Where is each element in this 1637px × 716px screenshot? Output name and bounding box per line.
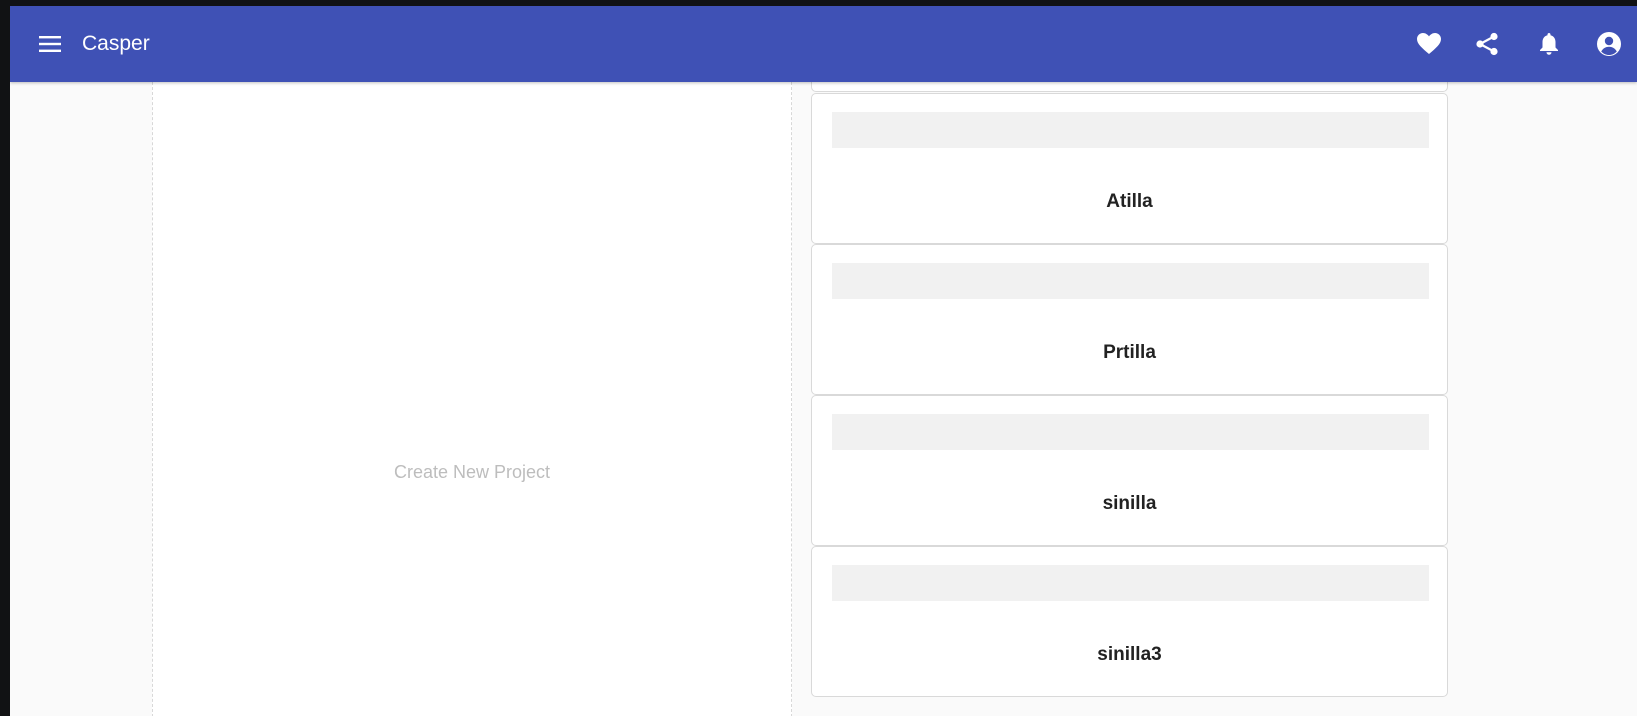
share-button[interactable] [1467, 24, 1507, 64]
toolbar-actions [1407, 24, 1637, 64]
account-icon [1597, 32, 1621, 56]
project-name: Prtilla [1103, 342, 1156, 363]
project-card[interactable]: sinilla [811, 395, 1448, 546]
project-thumbnail [832, 263, 1429, 299]
project-thumbnail [832, 414, 1429, 450]
app-window: Casper Create New Project Atilla Prtilla… [10, 6, 1637, 716]
project-thumbnail [832, 112, 1429, 148]
project-name: sinilla [1102, 493, 1157, 514]
project-name: sinilla3 [1097, 644, 1162, 665]
account-button[interactable] [1589, 24, 1629, 64]
project-list: Atilla Prtilla sinilla sinilla3 [811, 6, 1448, 716]
menu-icon [39, 36, 61, 52]
create-new-project-label: Create New Project [393, 462, 551, 482]
project-card[interactable]: Prtilla [811, 244, 1448, 395]
app-title: Casper [82, 32, 150, 55]
notifications-button[interactable] [1529, 24, 1569, 64]
bell-icon [1540, 33, 1558, 55]
favorite-button[interactable] [1409, 24, 1449, 64]
share-icon [1476, 32, 1498, 56]
heart-icon [1417, 33, 1441, 54]
menu-button[interactable] [38, 32, 62, 56]
project-card[interactable]: sinilla3 [811, 546, 1448, 697]
project-thumbnail [832, 565, 1429, 601]
top-app-bar: Casper [10, 6, 1637, 82]
project-card[interactable]: Atilla [811, 93, 1448, 244]
project-name: Atilla [1106, 191, 1153, 212]
create-new-project-panel[interactable]: Create New Project [152, 82, 792, 716]
